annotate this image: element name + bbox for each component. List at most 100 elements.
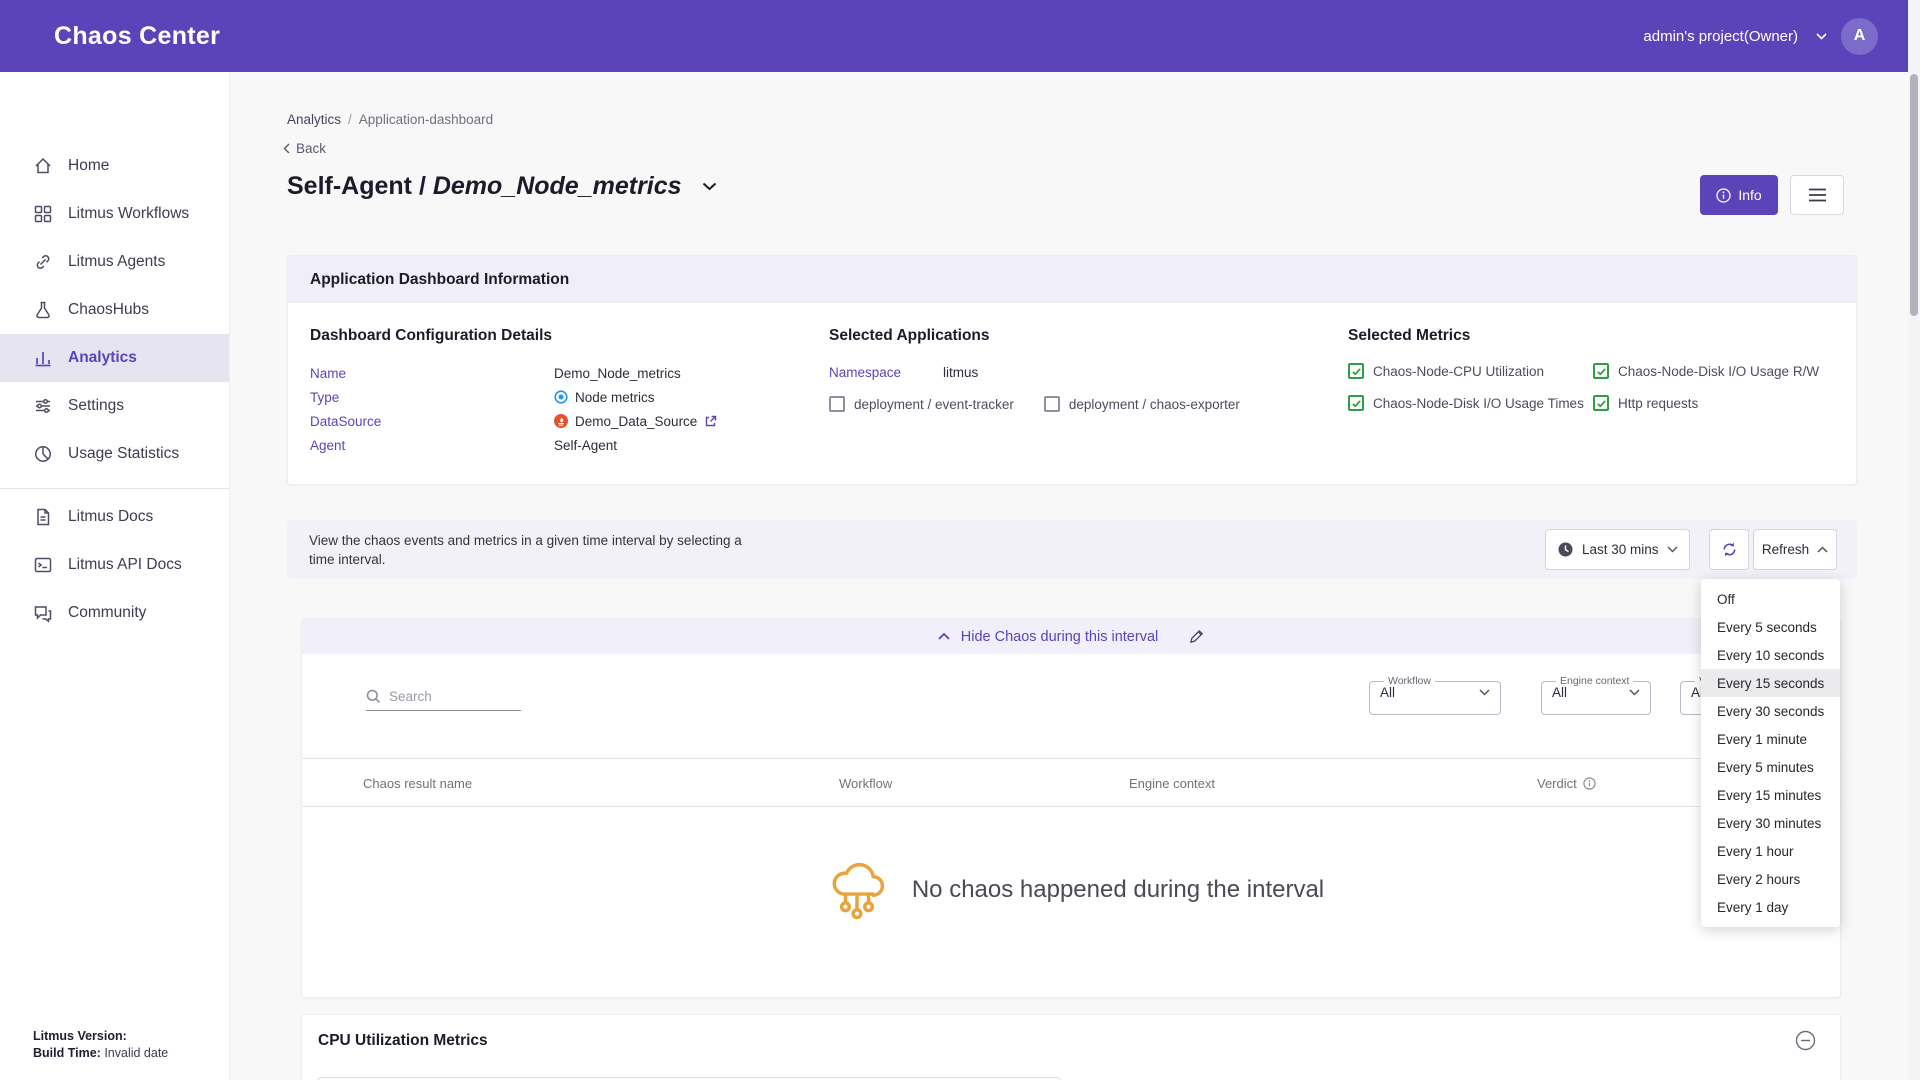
scrollbar-thumb[interactable] [1910, 74, 1918, 316]
selected-applications-section: Selected Applications Namespace litmus d… [829, 327, 1240, 412]
checkbox-unchecked-icon[interactable] [829, 396, 845, 412]
checkbox-checked-icon[interactable] [1593, 395, 1609, 411]
settings-icon [33, 396, 53, 416]
engine-context-filter-label: Engine context [1556, 675, 1633, 687]
info-button-label: Info [1738, 187, 1761, 203]
chaoshubs-icon [33, 300, 53, 320]
config-row-agent: Agent Self-Agent [310, 433, 717, 457]
collapse-minus-icon[interactable] [1795, 1030, 1816, 1051]
refresh-icon [1720, 540, 1739, 559]
refresh-option[interactable]: Every 2 hours [1701, 865, 1840, 893]
application-checkbox-item: deployment / event-tracker [829, 396, 1014, 412]
breadcrumb-current: Application-dashboard [359, 112, 493, 127]
refresh-interval-dropdown[interactable]: Refresh [1753, 529, 1837, 570]
sidebar-item-litmus-workflows[interactable]: Litmus Workflows [0, 190, 229, 238]
build-time-label: Build Time: [33, 1046, 101, 1060]
page-title-prefix: Self-Agent / [287, 172, 433, 200]
back-label: Back [296, 141, 326, 156]
chevron-up-icon [1817, 546, 1828, 553]
cpu-metrics-card: CPU Utilization Metrics [301, 1014, 1841, 1080]
config-row-type: Type Node metrics [310, 385, 717, 409]
chaos-toggle-label: Hide Chaos during this interval [961, 629, 1158, 645]
config-label: DataSource [310, 414, 554, 429]
column-header: Chaos result name [363, 776, 472, 791]
breadcrumb-analytics[interactable]: Analytics [287, 112, 341, 127]
checkbox-checked-icon[interactable] [1348, 363, 1364, 379]
info-icon[interactable] [1583, 777, 1596, 790]
chevron-down-icon [1479, 689, 1490, 696]
time-interval-bar: View the chaos events and metrics in a g… [287, 520, 1857, 579]
refresh-option[interactable]: Every 30 seconds [1701, 697, 1840, 725]
chaos-interval-toggle[interactable]: Hide Chaos during this interval [302, 619, 1840, 654]
checkbox-label: Chaos-Node-CPU Utilization [1373, 364, 1544, 379]
litmus-version-label: Litmus Version: [33, 1029, 127, 1043]
refresh-option[interactable]: Every 15 minutes [1701, 781, 1840, 809]
sidebar-item-community[interactable]: Community [0, 589, 229, 637]
dashboard-info-body: Dashboard Configuration Details Name Dem… [288, 303, 1856, 486]
chevron-left-icon [283, 143, 290, 154]
refresh-option-selected[interactable]: Every 15 seconds [1701, 669, 1840, 697]
checkbox-checked-icon[interactable] [1593, 363, 1609, 379]
config-row-datasource: DataSource Demo_Data_Source [310, 409, 717, 433]
sidebar-item-label: Community [68, 604, 146, 622]
refresh-option[interactable]: Every 10 seconds [1701, 641, 1840, 669]
dashboard-switch-chevron-down-icon[interactable] [702, 182, 717, 191]
breadcrumb: Analytics / Application-dashboard [287, 112, 493, 127]
sidebar-item-home[interactable]: Home [0, 142, 229, 190]
metrics-section-title: Selected Metrics [1348, 327, 1819, 345]
back-button[interactable]: Back [283, 141, 326, 156]
config-label: Name [310, 366, 554, 381]
build-time-value: Invalid date [101, 1046, 168, 1060]
search-input[interactable] [389, 689, 509, 704]
selected-metrics-section: Selected Metrics Chaos-Node-CPU Utilizat… [1348, 327, 1819, 411]
avatar[interactable]: A [1841, 18, 1878, 55]
sidebar-item-litmus-api-docs[interactable]: Litmus API Docs [0, 541, 229, 589]
top-bar: Chaos Center admin's project(Owner) A [0, 0, 1920, 72]
edit-pencil-icon[interactable] [1189, 629, 1204, 644]
refresh-option[interactable]: Off [1701, 585, 1840, 613]
clock-icon [1557, 541, 1574, 558]
sidebar-item-litmus-docs[interactable]: Litmus Docs [0, 493, 229, 541]
refresh-option[interactable]: Every 1 day [1701, 893, 1840, 921]
sidebar-item-usage-statistics[interactable]: Usage Statistics [0, 430, 229, 478]
sidebar-item-analytics[interactable]: Analytics [0, 334, 229, 382]
sidebar-item-chaoshubs[interactable]: ChaosHubs [0, 286, 229, 334]
workflow-filter[interactable]: Workflow All [1369, 675, 1501, 715]
workflow-filter-value: All [1380, 685, 1395, 700]
home-icon [33, 156, 53, 176]
refresh-option[interactable]: Every 5 minutes [1701, 753, 1840, 781]
checkbox-label: deployment / event-tracker [854, 397, 1014, 412]
dashboard-info-card: Application Dashboard Information Dashbo… [287, 255, 1857, 485]
chaos-interval-card: Hide Chaos during this interval Workflow… [301, 618, 1841, 998]
checkbox-checked-icon[interactable] [1348, 395, 1364, 411]
sidebar-item-litmus-agents[interactable]: Litmus Agents [0, 238, 229, 286]
engine-context-filter[interactable]: Engine context All [1541, 675, 1651, 715]
metric-checkbox-item: Chaos-Node-Disk I/O Usage Times [1348, 395, 1593, 411]
refresh-interval-menu: Off Every 5 seconds Every 10 seconds Eve… [1701, 579, 1840, 927]
refresh-option[interactable]: Every 1 hour [1701, 837, 1840, 865]
options-menu-button[interactable] [1790, 175, 1844, 215]
refresh-option[interactable]: Every 1 minute [1701, 725, 1840, 753]
time-range-select[interactable]: Last 30 mins [1545, 529, 1690, 570]
refresh-option[interactable]: Every 30 minutes [1701, 809, 1840, 837]
sidebar-item-label: Litmus Agents [68, 253, 165, 271]
chevron-down-icon[interactable] [1816, 33, 1827, 40]
config-value: Node metrics [575, 390, 655, 405]
refresh-option[interactable]: Every 5 seconds [1701, 613, 1840, 641]
scrollbar-track[interactable] [1908, 0, 1920, 1080]
checkbox-unchecked-icon[interactable] [1044, 396, 1060, 412]
prometheus-icon [554, 414, 568, 428]
metric-checkbox-item: Chaos-Node-Disk I/O Usage R/W [1593, 363, 1819, 379]
page-title: Self-Agent / Demo_Node_metrics [287, 172, 682, 201]
docs-icon [33, 507, 53, 527]
config-value: Demo_Node_metrics [554, 366, 681, 381]
title-row: Self-Agent / Demo_Node_metrics [287, 172, 717, 201]
refresh-now-button[interactable] [1709, 529, 1749, 570]
namespace-value: litmus [943, 365, 978, 380]
community-icon [33, 603, 53, 623]
project-selector[interactable]: admin's project(Owner) [1643, 28, 1798, 45]
sidebar: Home Litmus Workflows Litmus Agents Chao… [0, 72, 230, 1080]
external-link-icon[interactable] [704, 415, 717, 428]
info-button[interactable]: Info [1700, 175, 1778, 215]
sidebar-item-settings[interactable]: Settings [0, 382, 229, 430]
